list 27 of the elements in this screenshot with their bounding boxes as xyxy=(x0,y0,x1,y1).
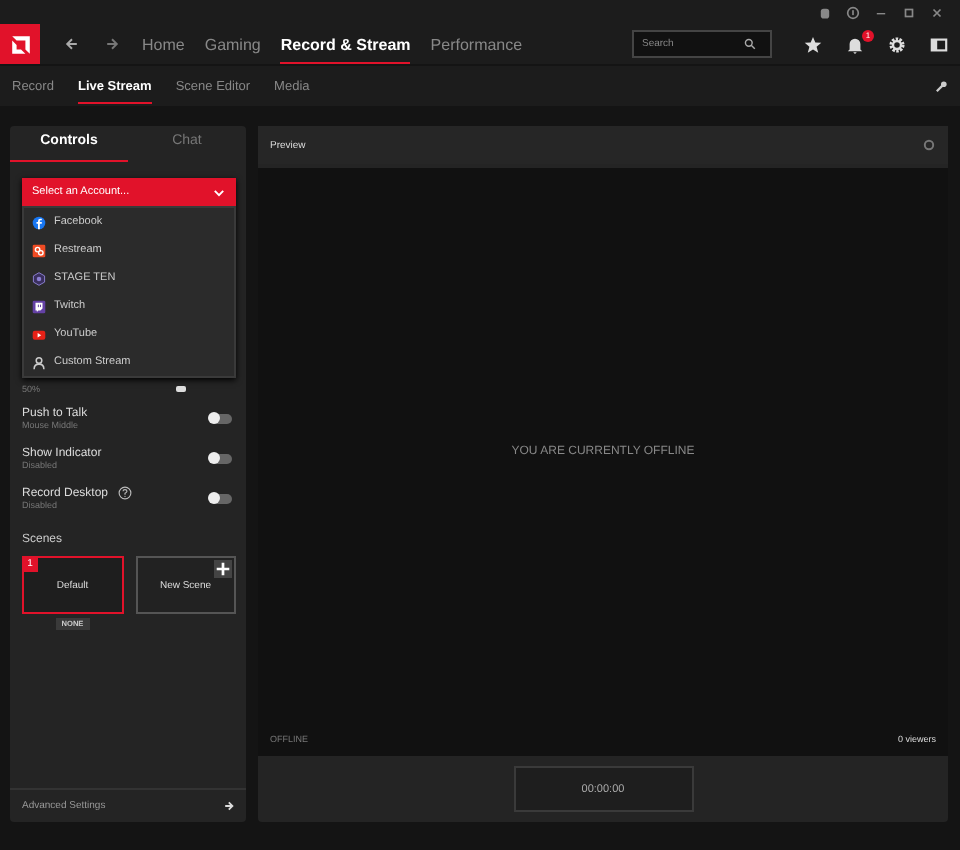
toggle-switch[interactable] xyxy=(210,453,232,463)
settings-icon[interactable] xyxy=(888,35,906,53)
facebook-icon xyxy=(32,215,46,229)
toggle-switch[interactable] xyxy=(210,413,232,423)
wrench-icon[interactable] xyxy=(934,79,948,93)
chevron-icon xyxy=(212,185,226,199)
nav-tab[interactable]: Performance xyxy=(430,25,523,63)
search-icon[interactable] xyxy=(744,38,756,50)
hexagon-icon xyxy=(32,271,46,285)
restream-icon xyxy=(32,243,46,257)
bell-icon[interactable] xyxy=(846,35,864,53)
arrow-right-icon[interactable] xyxy=(224,800,236,812)
youtube-icon xyxy=(32,327,46,341)
person-icon xyxy=(32,355,46,369)
back-icon[interactable] xyxy=(64,36,80,52)
logo-icon[interactable] xyxy=(0,24,40,64)
nav-tab[interactable]: Gaming xyxy=(204,25,261,63)
close-icon[interactable] xyxy=(930,5,944,19)
layout-icon[interactable] xyxy=(930,35,948,53)
forward-icon[interactable] xyxy=(104,36,120,52)
star-icon[interactable] xyxy=(804,35,822,53)
nav-tab[interactable]: Home xyxy=(142,25,185,63)
toggle-switch[interactable] xyxy=(210,493,232,503)
maximize-icon[interactable] xyxy=(902,5,916,19)
slider-thumb[interactable] xyxy=(176,385,186,391)
plus-icon[interactable] xyxy=(214,560,232,578)
twitch-icon xyxy=(32,299,46,313)
